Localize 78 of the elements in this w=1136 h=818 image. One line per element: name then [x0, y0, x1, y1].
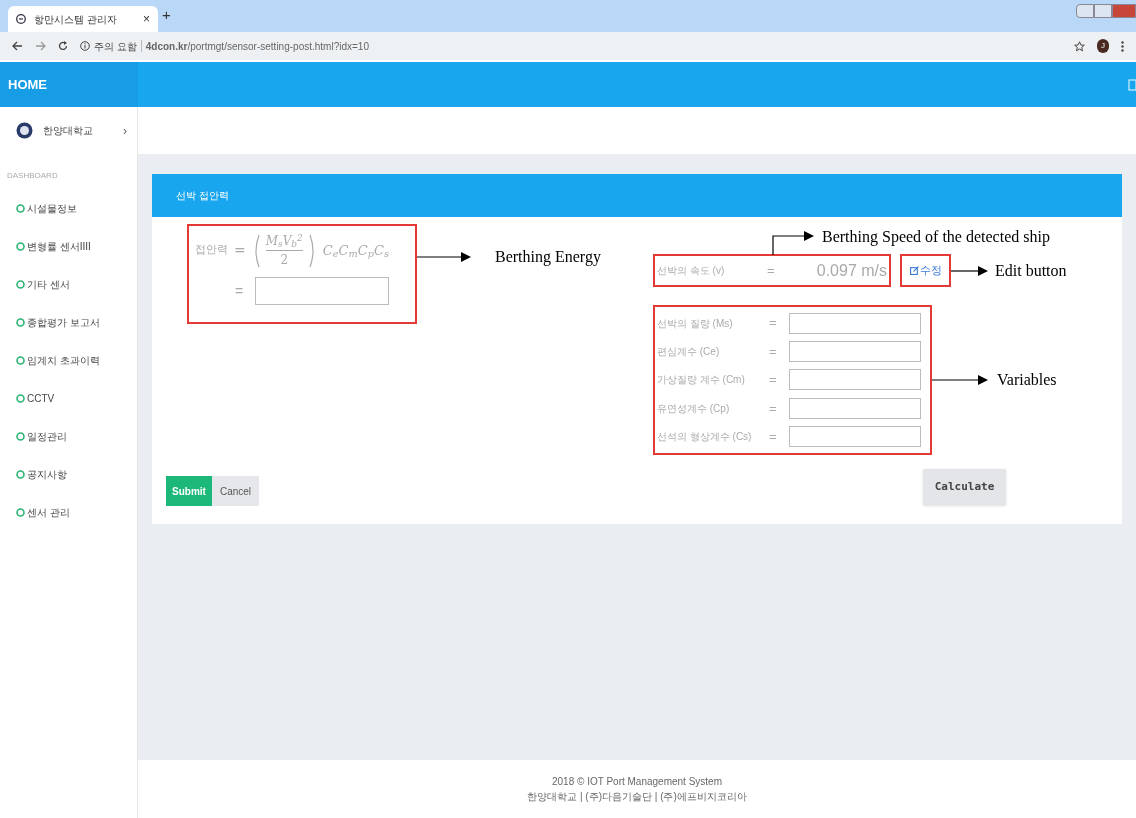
section-heading: DASHBOARD — [7, 170, 59, 182]
circle-icon — [16, 393, 25, 403]
circle-icon — [16, 317, 25, 327]
arrow — [951, 265, 988, 276]
circle-icon — [16, 203, 25, 213]
tab-title: 항만시스템 관리자 — [34, 12, 118, 27]
sidebar-item[interactable]: 종합평가 보고서 — [0, 314, 137, 330]
sidebar-item[interactable]: CCTV — [0, 390, 137, 406]
result-field[interactable] — [255, 277, 390, 305]
input-field[interactable] — [789, 426, 921, 448]
edit-icon — [909, 266, 919, 275]
equals-sign: = — [769, 428, 778, 446]
footer-text: 한양대학교 | (주)다음기술단 | (주)에프비지코리아 — [527, 790, 747, 804]
cancel-button[interactable]: Cancel — [212, 476, 259, 506]
site-icon — [16, 14, 26, 24]
card-title: 선박 접안력 — [176, 189, 229, 203]
input-field[interactable] — [789, 369, 921, 391]
equals-sign: = — [769, 399, 778, 418]
annotation-label: Variables — [997, 370, 1057, 390]
right-paren-icon — [308, 233, 317, 268]
field-label: 선석의 형상계수 (Cs) — [657, 430, 753, 445]
forward-icon[interactable] — [35, 41, 46, 51]
circle-icon — [16, 355, 25, 365]
reload-icon[interactable] — [58, 41, 68, 51]
annotation-label: Edit button — [995, 260, 1067, 281]
formula-label: 접안력 — [195, 242, 228, 259]
speed-value: 0.097 m/s — [815, 260, 887, 281]
edit-icon[interactable] — [1128, 78, 1136, 91]
elbow-arrow — [772, 231, 814, 255]
star-icon[interactable] — [1074, 40, 1085, 52]
university-emblem-icon — [16, 122, 33, 139]
avatar[interactable]: J — [1097, 39, 1109, 53]
circle-icon — [16, 279, 25, 289]
calculate-button[interactable]: Calculate — [923, 469, 1006, 505]
chevron-icon[interactable]: › — [123, 121, 127, 140]
field-label: 편심계수 (Ce) — [657, 345, 721, 360]
sidebar-item[interactable]: 기타 센서 — [0, 276, 137, 292]
equals-sign: = — [234, 241, 246, 260]
equals-sign: = — [767, 261, 776, 280]
info-icon — [80, 41, 90, 51]
new-tab-button[interactable]: + — [162, 3, 171, 26]
equals-sign: = — [769, 314, 778, 333]
input-field[interactable] — [789, 397, 921, 419]
window-controls — [1076, 4, 1136, 18]
sidebar-item[interactable]: 센서 관리 — [0, 504, 137, 520]
sidebar-item[interactable]: 임계치 초과이력 — [0, 352, 137, 368]
back-icon[interactable] — [12, 41, 23, 51]
tab-close[interactable]: × — [143, 10, 150, 28]
circle-icon — [16, 431, 25, 441]
browser-tab[interactable]: 항만시스템 관리자 × — [8, 6, 158, 32]
input-field[interactable] — [789, 312, 921, 334]
field-label: 가상질량 계수 (Cm) — [657, 373, 746, 388]
input-field[interactable] — [789, 341, 921, 363]
security-label: 주의 요함 — [94, 39, 137, 54]
sidebar-item[interactable]: 일정관리 — [0, 428, 137, 444]
annotation-label: Berthing Energy — [495, 247, 601, 268]
sidebar-item[interactable]: 변형률 센서IIII — [0, 238, 137, 254]
sidebar-item[interactable]: 공지사항 — [0, 466, 137, 482]
arrow — [932, 375, 988, 385]
sidebar-item[interactable]: 시설물정보 — [0, 200, 137, 216]
equals-sign: = — [769, 371, 778, 390]
address-field[interactable]: 주의 요함 4dcon.kr/portmgt/sensor-setting-post.html?idx=10 — [80, 38, 1062, 54]
field-label: 유연성계수 (Cp) — [657, 401, 731, 416]
url-text: 4dcon.kr/portmgt/sensor-setting-post.html?idx=10 — [145, 39, 369, 54]
equals-sign: = — [769, 342, 778, 361]
formula-factors: C$_{e}$C$_{m}$C$_{p}$C$_{s}$ — [322, 241, 389, 261]
formula-denominator: 2 — [280, 252, 289, 269]
annotation-label: Berthing Speed of the detected ship — [822, 227, 1050, 248]
arrow — [417, 252, 471, 262]
circle-icon — [16, 469, 25, 479]
organization-name[interactable]: 한양대학교 — [43, 123, 113, 138]
circle-icon — [16, 241, 25, 251]
equals-sign: = — [235, 281, 244, 301]
field-label: 선박의 질량 (Ms) — [657, 316, 734, 331]
footer-text: 2018 © IOT Port Management System — [551, 775, 722, 789]
field-label: 선박의 속도 (v) — [657, 264, 726, 278]
menu-icon[interactable] — [1121, 40, 1124, 52]
circle-icon — [16, 507, 25, 517]
